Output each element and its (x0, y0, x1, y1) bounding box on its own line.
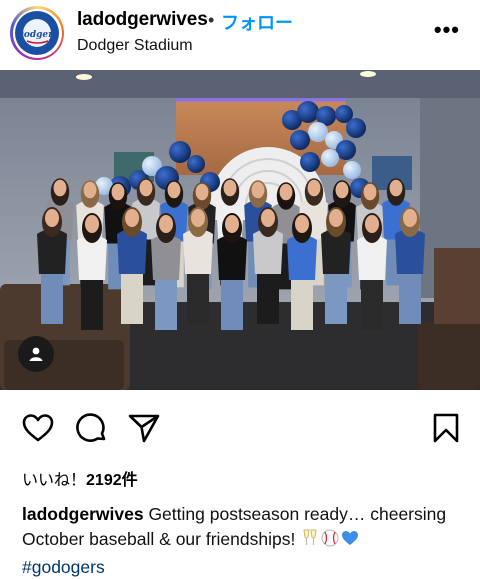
follow-button[interactable]: フォロー (221, 9, 293, 35)
post-caption: ladodgerwives Getting postseason ready… … (22, 502, 466, 579)
likes-prefix: いいね！ (22, 472, 87, 489)
send-icon (128, 414, 160, 443)
dodgers-logo-icon: Dodgers (15, 11, 59, 55)
svg-text:Dodgers: Dodgers (15, 30, 58, 40)
post-action-bar (0, 410, 480, 450)
champagne-icon (300, 528, 320, 555)
caption-username[interactable]: ladodgerwives (22, 504, 144, 524)
profile-avatar[interactable]: Dodgers (10, 6, 64, 60)
share-button[interactable] (126, 410, 162, 446)
likes-number: 2192件 (86, 472, 138, 489)
comment-icon (76, 413, 106, 442)
post-header: Dodgers ladodgerwives • フォロー Dodger Stad… (0, 0, 480, 66)
likes-count[interactable]: いいね！2192件 (22, 466, 138, 490)
comment-button[interactable] (73, 410, 109, 446)
like-button[interactable] (20, 410, 56, 446)
baseball-icon (320, 528, 340, 555)
post-username[interactable]: ladodgerwives (77, 9, 208, 31)
blue-heart-icon (340, 528, 360, 555)
tagged-users-button[interactable] (18, 336, 54, 372)
save-button[interactable] (428, 410, 464, 446)
post-location[interactable]: Dodger Stadium (77, 37, 193, 55)
separator-dot: • (208, 10, 215, 30)
bookmark-icon (433, 413, 459, 443)
heart-icon (22, 414, 54, 442)
person-icon (29, 347, 43, 361)
post-photo[interactable] (0, 70, 480, 390)
caption-hashtag[interactable]: #godogers (22, 557, 105, 577)
more-options-button[interactable]: ••• (434, 17, 460, 43)
